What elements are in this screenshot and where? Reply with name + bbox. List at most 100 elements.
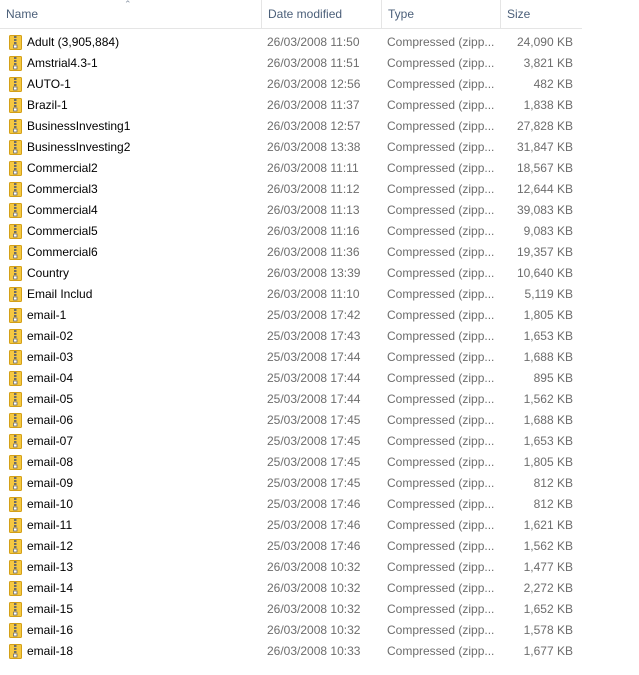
file-type: Compressed (zipp...	[387, 119, 495, 133]
file-name: Commercial3	[27, 182, 98, 196]
file-row[interactable]: email-09 25/03/2008 17:45 Compressed (zipp…	[0, 473, 600, 494]
file-name: email-18	[27, 644, 74, 658]
sort-ascending-arrow-icon: ⌃	[124, 0, 132, 9]
file-type: Compressed (zipp...	[387, 560, 495, 574]
file-date-modified: 26/03/2008 13:38	[267, 140, 361, 154]
zip-folder-icon	[9, 329, 23, 345]
zip-folder-icon	[9, 224, 23, 240]
file-row[interactable]: email-1 25/03/2008 17:42 Compressed (zipp.…	[0, 305, 600, 326]
file-name: email-09	[27, 476, 74, 490]
file-row[interactable]: email-10 25/03/2008 17:46 Compressed (zipp…	[0, 494, 600, 515]
file-name: Commercial5	[27, 224, 98, 238]
file-date-modified: 25/03/2008 17:46	[267, 497, 361, 511]
file-row[interactable]: email-18 26/03/2008 10:33 Compressed (zipp…	[0, 641, 600, 662]
file-row[interactable]: Commercial6 26/03/2008 11:36 Compressed (z…	[0, 242, 600, 263]
file-row[interactable]: Brazil-1 26/03/2008 11:37 Compressed (zipp…	[0, 95, 600, 116]
file-type: Compressed (zipp...	[387, 56, 495, 70]
file-row[interactable]: Commercial5 26/03/2008 11:16 Compressed (z…	[0, 221, 600, 242]
file-row[interactable]: email-07 25/03/2008 17:45 Compressed (zipp…	[0, 431, 600, 452]
zip-folder-icon	[9, 581, 23, 597]
file-row[interactable]: BusinessInvesting1 26/03/2008 12:57 Compre…	[0, 116, 600, 137]
file-date-modified: 26/03/2008 10:32	[267, 602, 361, 616]
file-type: Compressed (zipp...	[387, 623, 495, 637]
zip-folder-icon	[9, 455, 23, 471]
file-type: Compressed (zipp...	[387, 602, 495, 616]
file-size: 1,688 KB	[523, 413, 573, 427]
file-date-modified: 26/03/2008 11:51	[267, 56, 360, 70]
file-type: Compressed (zipp...	[387, 476, 495, 490]
zip-folder-icon	[9, 434, 23, 450]
file-date-modified: 25/03/2008 17:45	[267, 413, 361, 427]
file-size: 12,644 KB	[516, 182, 573, 196]
file-name: Commercial6	[27, 245, 98, 259]
zip-folder-icon	[9, 350, 23, 366]
file-type: Compressed (zipp...	[387, 161, 495, 175]
file-size: 895 KB	[533, 371, 573, 385]
file-date-modified: 25/03/2008 17:44	[267, 350, 361, 364]
file-row[interactable]: email-08 25/03/2008 17:45 Compressed (zipp…	[0, 452, 600, 473]
file-row[interactable]: email-05 25/03/2008 17:44 Compressed (zipp…	[0, 389, 600, 410]
file-name: email-12	[27, 539, 74, 553]
column-header-type-label: Type	[388, 7, 415, 21]
file-size: 1,652 KB	[523, 602, 573, 616]
column-header-size[interactable]: Size	[500, 0, 582, 28]
file-name: email-03	[27, 350, 74, 364]
file-row[interactable]: email-11 25/03/2008 17:46 Compressed (zipp…	[0, 515, 600, 536]
file-row[interactable]: AUTO-1 26/03/2008 12:56 Compressed (zipp..…	[0, 74, 600, 95]
file-row[interactable]: BusinessInvesting2 26/03/2008 13:38 Compre…	[0, 137, 600, 158]
file-row[interactable]: Commercial2 26/03/2008 11:11 Compressed (z…	[0, 158, 600, 179]
file-name: AUTO-1	[27, 77, 71, 91]
file-row[interactable]: Adult (3,905,884) 26/03/2008 11:50 Compres…	[0, 32, 600, 53]
column-header-date-label: Date modified	[268, 7, 343, 21]
file-row[interactable]: Country 26/03/2008 13:39 Compressed (zipp.…	[0, 263, 600, 284]
file-row[interactable]: email-15 26/03/2008 10:32 Compressed (zipp…	[0, 599, 600, 620]
file-row[interactable]: email-06 25/03/2008 17:45 Compressed (zipp…	[0, 410, 600, 431]
file-row[interactable]: email-14 26/03/2008 10:32 Compressed (zipp…	[0, 578, 600, 599]
file-row[interactable]: Commercial4 26/03/2008 11:13 Compressed (z…	[0, 200, 600, 221]
file-type: Compressed (zipp...	[387, 413, 495, 427]
zip-folder-icon	[9, 245, 23, 261]
file-date-modified: 26/03/2008 10:32	[267, 581, 361, 595]
file-type: Compressed (zipp...	[387, 203, 495, 217]
file-row[interactable]: email-12 25/03/2008 17:46 Compressed (zipp…	[0, 536, 600, 557]
file-name: Adult (3,905,884)	[27, 35, 120, 49]
file-size: 31,847 KB	[516, 140, 573, 154]
zip-folder-icon	[9, 518, 23, 534]
file-explorer-details-view: Name ⌃ Date modified Type Size Adult (3,…	[0, 0, 639, 675]
column-header-type[interactable]: Type	[381, 0, 500, 28]
zip-folder-icon	[9, 560, 23, 576]
file-name: email-02	[27, 329, 74, 343]
zip-folder-icon	[9, 644, 23, 660]
file-name: email-04	[27, 371, 74, 385]
file-size: 9,083 KB	[523, 224, 573, 238]
file-row[interactable]: email-03 25/03/2008 17:44 Compressed (zipp…	[0, 347, 600, 368]
column-header-bar: Name ⌃ Date modified Type Size	[0, 0, 582, 29]
file-row[interactable]: Commercial3 26/03/2008 11:12 Compressed (z…	[0, 179, 600, 200]
file-name: Commercial4	[27, 203, 98, 217]
file-type: Compressed (zipp...	[387, 245, 495, 259]
zip-folder-icon	[9, 371, 23, 387]
file-name: BusinessInvesting2	[27, 140, 131, 154]
zip-folder-icon	[9, 392, 23, 408]
file-date-modified: 26/03/2008 11:50	[267, 35, 360, 49]
file-row[interactable]: email-02 25/03/2008 17:43 Compressed (zipp…	[0, 326, 600, 347]
file-type: Compressed (zipp...	[387, 644, 495, 658]
file-name: Commercial2	[27, 161, 98, 175]
file-row[interactable]: email-13 26/03/2008 10:32 Compressed (zipp…	[0, 557, 600, 578]
column-header-date-modified[interactable]: Date modified	[261, 0, 381, 28]
file-type: Compressed (zipp...	[387, 392, 495, 406]
file-row[interactable]: Email Includ 26/03/2008 11:10 Compressed (…	[0, 284, 600, 305]
file-size: 18,567 KB	[516, 161, 573, 175]
file-type: Compressed (zipp...	[387, 434, 495, 448]
file-size: 1,838 KB	[523, 98, 573, 112]
file-type: Compressed (zipp...	[387, 266, 495, 280]
file-size: 1,562 KB	[523, 392, 573, 406]
column-header-name[interactable]: Name ⌃	[0, 0, 261, 28]
file-date-modified: 25/03/2008 17:44	[267, 371, 361, 385]
file-row[interactable]: email-16 26/03/2008 10:32 Compressed (zipp…	[0, 620, 600, 641]
file-row[interactable]: email-04 25/03/2008 17:44 Compressed (zipp…	[0, 368, 600, 389]
file-name: Amstrial4.3-1	[27, 56, 98, 70]
file-type: Compressed (zipp...	[387, 77, 495, 91]
file-name: email-15	[27, 602, 74, 616]
file-row[interactable]: Amstrial4.3-1 26/03/2008 11:51 Compressed …	[0, 53, 600, 74]
